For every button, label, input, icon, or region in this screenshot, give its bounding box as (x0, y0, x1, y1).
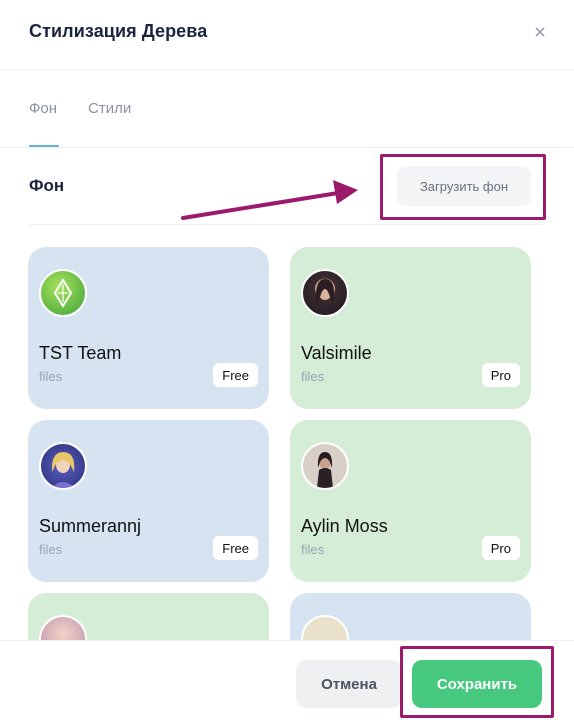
avatar (39, 442, 87, 490)
section-title: Фон (29, 176, 65, 195)
plan-badge: Pro (481, 536, 520, 560)
card-subtitle: files (39, 542, 63, 557)
tab-bar: Фон Стили (0, 70, 574, 148)
dialog-footer: Отмена Сохранить (0, 640, 574, 720)
save-button[interactable]: Сохранить (412, 660, 542, 708)
background-card-aylin-moss[interactable]: Aylin Moss files Pro (290, 420, 531, 582)
active-tab-indicator (29, 145, 59, 147)
avatar (39, 615, 87, 640)
background-card-summerannj[interactable]: Summerannj files Free (28, 420, 269, 582)
card-title: Valsimile (301, 343, 372, 363)
card-title: TST Team (39, 343, 122, 363)
avatar (301, 442, 349, 490)
background-card-partial[interactable] (28, 593, 269, 640)
background-card-partial[interactable] (290, 593, 531, 640)
background-card-tst-team[interactable]: TST Team files Free (28, 247, 269, 409)
plan-badge: Free (213, 536, 258, 560)
plan-badge: Pro (481, 363, 520, 387)
background-grid: TST Team files Free Valsimile files Pro (0, 226, 574, 640)
tab-styles[interactable]: Стили (88, 100, 131, 117)
plan-badge: Free (213, 363, 258, 387)
card-subtitle: files (301, 542, 325, 557)
dialog-header: Стилизация Дерева (0, 0, 574, 70)
section-divider (29, 224, 543, 225)
avatar (301, 615, 349, 640)
stylize-tree-dialog: Стилизация Дерева Фон Стили Фон Загрузит… (0, 0, 574, 720)
card-subtitle: files (39, 369, 63, 384)
dialog-title: Стилизация Дерева (29, 21, 208, 41)
card-subtitle: files (301, 369, 325, 384)
upload-background-button[interactable]: Загрузить фон (397, 166, 531, 206)
card-title: Summerannj (39, 516, 142, 536)
close-icon (535, 27, 545, 37)
card-title: Aylin Moss (301, 516, 388, 536)
tab-background[interactable]: Фон (29, 100, 57, 117)
avatar (301, 269, 349, 317)
tst-logo-icon (39, 269, 87, 317)
background-card-valsimile[interactable]: Valsimile files Pro (290, 247, 531, 409)
close-button[interactable] (530, 22, 550, 42)
cancel-button[interactable]: Отмена (296, 660, 402, 708)
